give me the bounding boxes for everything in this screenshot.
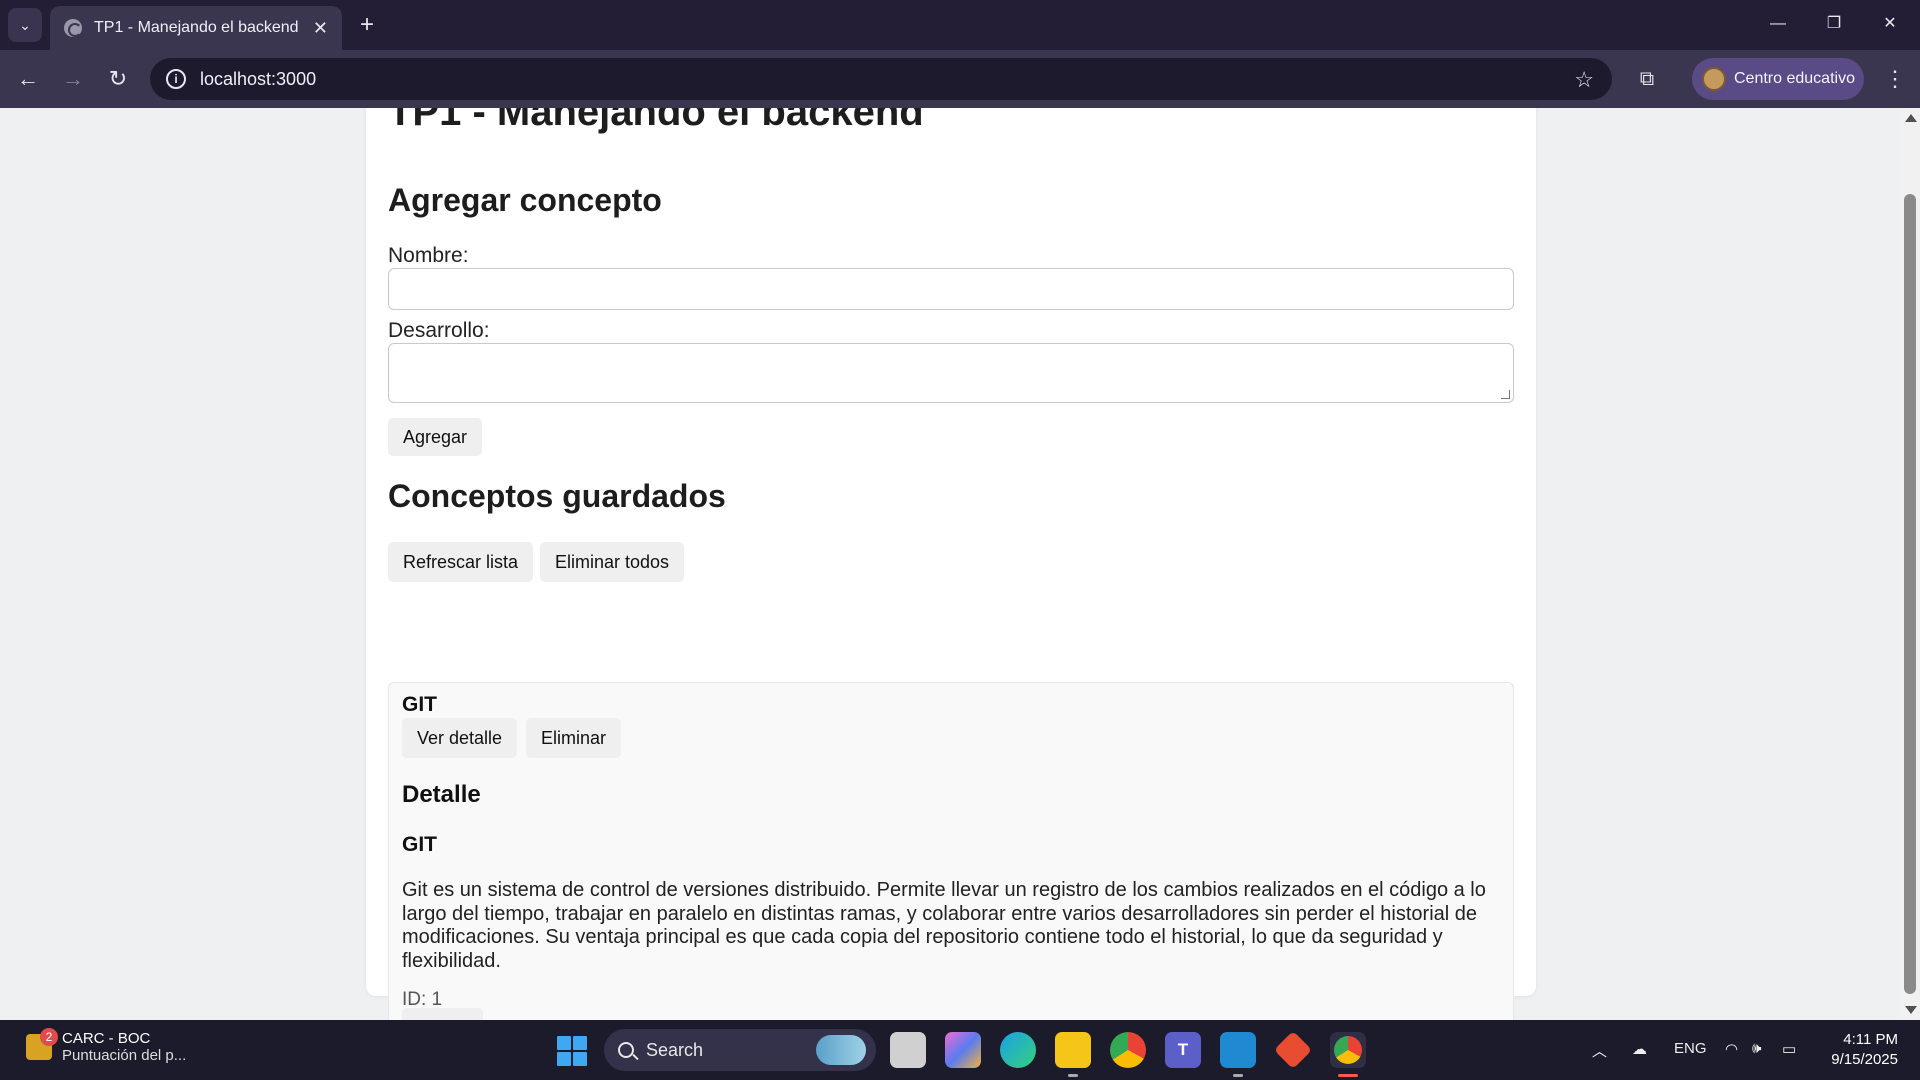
delete-all-button[interactable]: Eliminar todos bbox=[540, 542, 685, 582]
teams-icon[interactable]: T bbox=[1165, 1032, 1201, 1068]
file-explorer-icon[interactable] bbox=[1055, 1032, 1091, 1077]
bookmark-star-icon[interactable]: ☆ bbox=[1574, 67, 1594, 93]
taskbar-search[interactable]: Search bbox=[604, 1029, 876, 1071]
browser-tab-bar: ⌄ TP1 - Manejando el backend ✕ + — ❐ ✕ bbox=[0, 0, 1920, 50]
chrome-profile-icon[interactable] bbox=[1330, 1032, 1366, 1077]
delete-concept-button[interactable]: Eliminar bbox=[526, 718, 622, 758]
address-bar-url[interactable]: localhost:3000 bbox=[200, 69, 316, 90]
widget-title: CARC - BOC bbox=[62, 1030, 151, 1047]
wifi-icon[interactable]: ◠ bbox=[1725, 1040, 1738, 1058]
nombre-label: Nombre: bbox=[388, 244, 469, 267]
task-view-icon[interactable] bbox=[890, 1032, 926, 1068]
scrollbar-thumb[interactable] bbox=[1904, 194, 1916, 994]
widgets-button[interactable]: 2 CARC - BOC Puntuación del p... bbox=[26, 1028, 187, 1064]
back-button[interactable]: ← bbox=[12, 64, 44, 96]
detail-heading: Detalle bbox=[402, 781, 481, 808]
concept-name: GIT bbox=[402, 693, 437, 716]
close-detail-button[interactable]: Cerrar bbox=[402, 1008, 484, 1020]
tab-close-button[interactable]: ✕ bbox=[313, 18, 328, 39]
reload-button[interactable]: ↻ bbox=[102, 64, 134, 96]
tab-search-button[interactable]: ⌄ bbox=[8, 8, 42, 42]
chrome-active-icon bbox=[1334, 1036, 1362, 1064]
page-viewport: TP1 - Manejando el backend Agregar conce… bbox=[0, 108, 1900, 1020]
scroll-down-icon[interactable] bbox=[1905, 1006, 1917, 1014]
page-scrollbar[interactable] bbox=[1900, 108, 1920, 1020]
list-item: GIT Ver detalle Eliminar Detalle GIT Git… bbox=[388, 682, 1514, 1020]
detail-concept-name: GIT bbox=[402, 833, 437, 856]
search-highlight-image bbox=[816, 1035, 866, 1065]
add-concept-heading: Agregar concepto bbox=[388, 182, 662, 218]
onedrive-icon[interactable]: ☁ bbox=[1632, 1040, 1647, 1058]
git-icon[interactable] bbox=[1273, 1030, 1313, 1070]
resize-handle-icon[interactable] bbox=[1501, 390, 1510, 399]
taskbar: 2 CARC - BOC Puntuación del p... Search … bbox=[0, 1020, 1920, 1080]
saved-concepts-heading: Conceptos guardados bbox=[388, 478, 726, 514]
language-indicator[interactable]: ENG bbox=[1674, 1040, 1707, 1057]
agregar-button[interactable]: Agregar bbox=[388, 418, 483, 456]
tab-title: TP1 - Manejando el backend bbox=[94, 19, 299, 36]
restore-button[interactable]: ❐ bbox=[1814, 8, 1854, 40]
browser-menu-icon[interactable]: ⋮ bbox=[1880, 64, 1910, 94]
detail-description: Git es un sistema de control de versione… bbox=[402, 879, 1486, 972]
search-placeholder: Search bbox=[646, 1039, 704, 1060]
forward-button[interactable]: → bbox=[57, 64, 89, 96]
browser-toolbar: ← → ↻ i localhost:3000 ☆ ⧉ Centro educat… bbox=[0, 50, 1920, 108]
volume-icon[interactable]: 🕪 bbox=[1752, 1040, 1761, 1057]
view-detail-button[interactable]: Ver detalle bbox=[402, 718, 518, 758]
tray-overflow-chevron-icon[interactable]: ︿ bbox=[1592, 1040, 1607, 1061]
vscode-icon[interactable] bbox=[1220, 1032, 1256, 1077]
scroll-up-icon[interactable] bbox=[1905, 114, 1917, 122]
clock-time: 4:11 PM bbox=[1843, 1031, 1898, 1048]
battery-icon[interactable]: ▭ bbox=[1782, 1040, 1796, 1058]
extensions-puzzle-icon[interactable]: ⧉ bbox=[1630, 62, 1664, 96]
desarrollo-label: Desarrollo: bbox=[388, 319, 490, 342]
desarrollo-textarea[interactable] bbox=[388, 343, 1514, 403]
window-close-button[interactable]: ✕ bbox=[1870, 8, 1910, 40]
widget-subtitle: Puntuación del p... bbox=[62, 1047, 187, 1064]
site-info-icon[interactable]: i bbox=[166, 69, 186, 89]
profile-name: Centro educativo bbox=[1734, 70, 1855, 87]
main-card: TP1 - Manejando el backend Agregar conce… bbox=[366, 108, 1536, 1020]
widget-icon: 2 bbox=[26, 1028, 58, 1060]
notification-badge: 2 bbox=[40, 1028, 58, 1046]
search-icon bbox=[618, 1042, 634, 1058]
edge-icon[interactable] bbox=[1000, 1032, 1036, 1068]
globe-icon bbox=[64, 19, 82, 37]
address-bar[interactable]: i localhost:3000 ☆ bbox=[150, 58, 1612, 100]
minimize-button[interactable]: — bbox=[1758, 8, 1798, 40]
page-title: TP1 - Manejando el backend bbox=[388, 108, 924, 134]
nombre-input[interactable] bbox=[388, 268, 1514, 310]
system-clock[interactable]: 4:11 PM 9/15/2025 bbox=[1810, 1030, 1898, 1070]
clock-date: 9/15/2025 bbox=[1831, 1051, 1898, 1068]
chrome-icon[interactable] bbox=[1110, 1032, 1146, 1068]
profile-button[interactable]: Centro educativo bbox=[1692, 58, 1864, 100]
browser-tab-active[interactable]: TP1 - Manejando el backend ✕ bbox=[50, 6, 342, 50]
new-tab-button[interactable]: + bbox=[352, 10, 382, 40]
copilot-icon[interactable] bbox=[945, 1032, 981, 1068]
refresh-list-button[interactable]: Refrescar lista bbox=[388, 542, 534, 582]
avatar bbox=[1702, 67, 1726, 91]
windows-start-icon[interactable] bbox=[557, 1036, 587, 1066]
